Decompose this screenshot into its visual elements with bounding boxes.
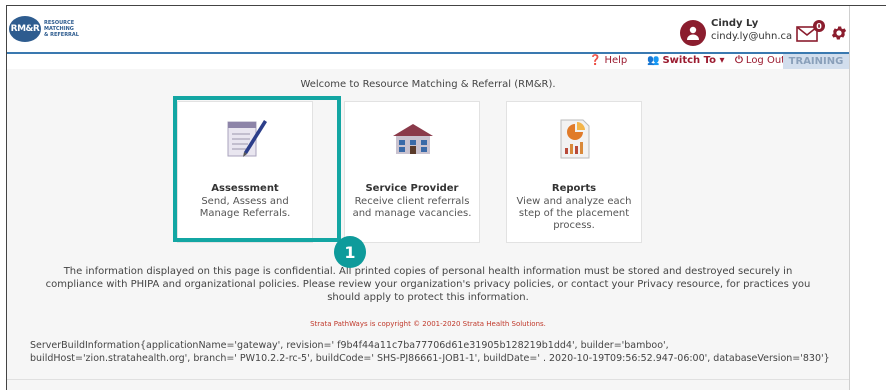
- service-provider-description: Receive client referrals and manage vaca…: [352, 196, 472, 219]
- copyright-notice: Strata PathWays is copyright © 2001-2020…: [310, 320, 546, 328]
- service-provider-card[interactable]: Service Provider Receive client referral…: [344, 101, 480, 243]
- reports-card[interactable]: Reports View and analyze each step of th…: [506, 101, 642, 243]
- window-right-border: [849, 6, 850, 390]
- mail-count-badge: 0: [813, 20, 825, 32]
- power-icon: ⏻: [735, 55, 743, 66]
- user-avatar[interactable]: [680, 20, 706, 46]
- caret-down-icon: ▾: [716, 55, 725, 66]
- welcome-message: Welcome to Resource Matching & Referral …: [300, 79, 556, 90]
- service-provider-title: Service Provider: [365, 183, 459, 194]
- reports-description: View and analyze each step of the placem…: [516, 196, 632, 231]
- app-header: RM&R RESOURCE MATCHING & REFERRAL Cindy …: [7, 6, 849, 52]
- user-name: Cindy Ly: [711, 18, 759, 29]
- help-link[interactable]: ❓ Help: [589, 55, 627, 66]
- rmr-logo[interactable]: RM&R RESOURCE MATCHING & REFERRAL: [9, 16, 89, 42]
- logo-mark: RM&R: [9, 16, 41, 42]
- reports-title: Reports: [551, 183, 597, 194]
- question-circle-icon: ❓: [589, 55, 602, 66]
- logo-wordmark: RESOURCE MATCHING & REFERRAL: [44, 20, 79, 38]
- logout-link[interactable]: ⏻ Log Out: [735, 55, 785, 66]
- training-badge: TRAINING: [783, 54, 849, 69]
- users-icon: 👥: [647, 55, 660, 66]
- user-email: cindy.ly@uhn.ca: [711, 31, 793, 42]
- content-divider: [7, 379, 849, 380]
- confidentiality-notice: The information displayed on this page i…: [45, 266, 811, 303]
- assessment-highlight-box: [173, 96, 341, 242]
- gear-icon[interactable]: [830, 24, 848, 42]
- main-content: Welcome to Resource Matching & Referral …: [7, 69, 849, 390]
- step-marker: 1: [334, 236, 366, 268]
- reports-icon: [560, 119, 590, 159]
- user-icon: [687, 26, 699, 40]
- build-information: ServerBuildInformation{applicationName='…: [30, 340, 830, 364]
- switch-to-dropdown[interactable]: 👥 Switch To ▾: [647, 55, 725, 66]
- building-icon: [393, 124, 433, 154]
